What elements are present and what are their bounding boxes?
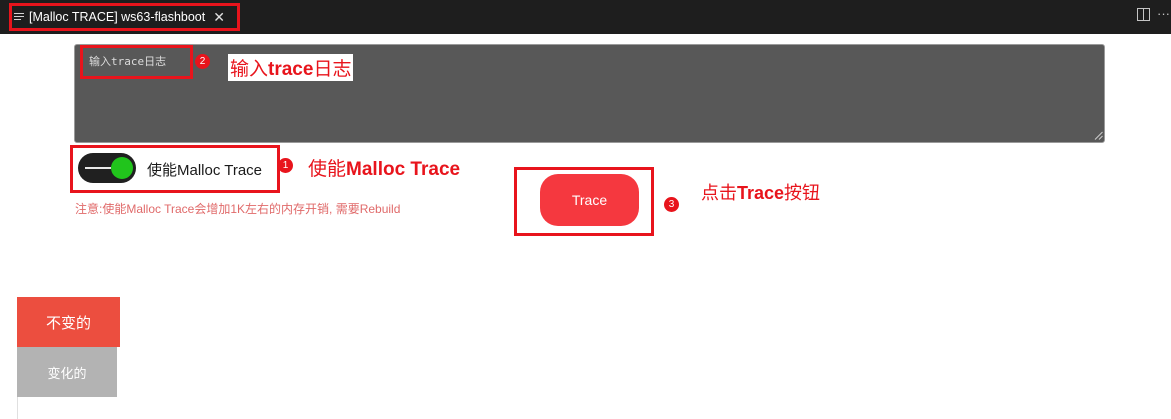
annotation-badge-3: 3	[664, 197, 679, 212]
rebuild-note: 注意:使能Malloc Trace会增加1K左右的内存开销, 需要Rebuild	[75, 202, 401, 216]
annotation-badge-1: 1	[278, 158, 293, 173]
annotation-box-input	[80, 45, 193, 79]
annotation-text-2: 输入trace日志	[228, 54, 354, 81]
more-actions-icon[interactable]: ···	[1157, 6, 1170, 21]
annotation-box-trace	[514, 167, 654, 236]
annotation-box-tab	[9, 3, 240, 31]
annotation-badge-2: 2	[195, 54, 210, 69]
split-editor-icon[interactable]	[1137, 8, 1150, 24]
tab-unchanged[interactable]: 不变的	[17, 297, 120, 347]
annotation-box-toggle	[70, 145, 280, 193]
tab-changed[interactable]: 变化的	[17, 347, 117, 397]
annotation-text-3: 点击Trace按钮	[701, 183, 821, 203]
editor-tab-bar: [Malloc TRACE] ws63-flashboot ✕ ···	[0, 0, 1171, 34]
side-divider	[17, 397, 18, 419]
resize-grip-icon[interactable]	[1094, 131, 1103, 140]
annotation-text-1: 使能Malloc Trace	[308, 159, 461, 180]
